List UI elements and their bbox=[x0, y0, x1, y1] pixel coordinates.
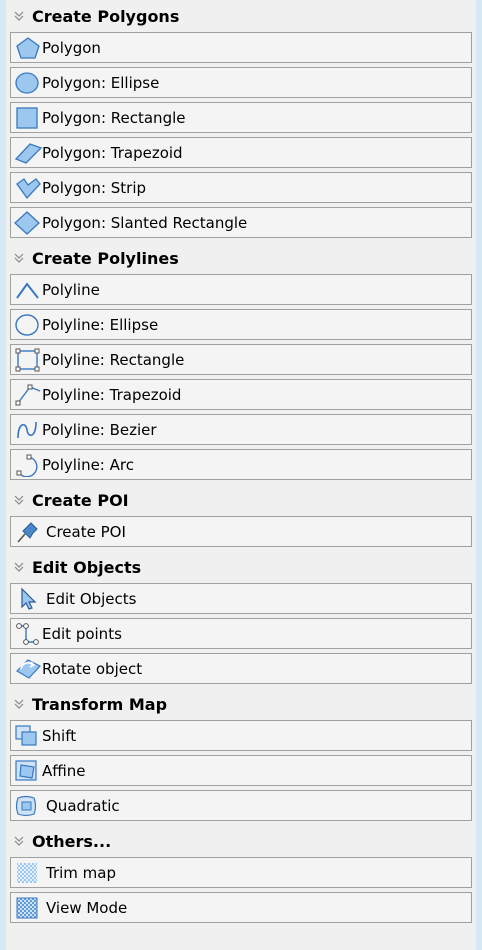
chevron-double-down-icon bbox=[14, 11, 24, 21]
strip-filled-icon bbox=[16, 177, 41, 199]
pentagon-icon bbox=[16, 36, 40, 59]
trapezoid-filled-icon bbox=[14, 142, 42, 164]
tool-label: Polyline: Bezier bbox=[42, 420, 157, 439]
rotate-icon bbox=[16, 658, 41, 679]
section-title: Transform Map bbox=[32, 694, 168, 714]
polyline-icon bbox=[16, 281, 39, 299]
tool-label: Shift bbox=[42, 726, 77, 745]
tool-edit-points[interactable]: Edit points bbox=[10, 618, 472, 649]
tool-label: Quadratic bbox=[46, 796, 120, 815]
section-create-polylines: Create Polylines Polyline Polyline: Elli… bbox=[6, 242, 476, 480]
bezier-icon bbox=[17, 421, 37, 438]
chevron-double-down-icon bbox=[14, 836, 24, 846]
chevron-double-down-icon bbox=[14, 253, 24, 263]
rectangle-filled-icon bbox=[16, 106, 38, 129]
tool-label: Polygon: Slanted Rectangle bbox=[42, 213, 248, 232]
tool-polyline-trapezoid[interactable]: Polyline: Trapezoid bbox=[10, 379, 472, 410]
affine-icon bbox=[15, 759, 37, 781]
section-create-polygons: Create Polygons Polygon Polygon: Ellipse… bbox=[6, 0, 476, 238]
tool-polygon-rectangle[interactable]: Polygon: Rectangle bbox=[10, 102, 472, 133]
tool-label: Polyline: Rectangle bbox=[42, 350, 185, 369]
edit-points-icon bbox=[16, 622, 39, 645]
tool-shift[interactable]: Shift bbox=[10, 720, 472, 751]
tool-create-poi[interactable]: Create POI bbox=[10, 516, 472, 547]
tool-polygon-trapezoid[interactable]: Polygon: Trapezoid bbox=[10, 137, 472, 168]
tool-affine[interactable]: Affine bbox=[10, 755, 472, 786]
chevron-double-down-icon bbox=[14, 699, 24, 709]
ellipse-filled-icon bbox=[15, 71, 39, 94]
tool-polyline-rectangle[interactable]: Polyline: Rectangle bbox=[10, 344, 472, 375]
section-title: Create Polygons bbox=[32, 6, 180, 26]
tool-label: Polygon: Ellipse bbox=[42, 73, 160, 92]
tool-label: Polyline: Trapezoid bbox=[42, 385, 182, 404]
section-edit-objects: Edit Objects Edit Objects Edit points Ro… bbox=[6, 551, 476, 684]
shift-icon bbox=[15, 724, 37, 746]
tool-view-mode[interactable]: View Mode bbox=[10, 892, 472, 923]
section-others: Others... Trim map View Mode bbox=[6, 825, 476, 923]
ellipse-outline-icon bbox=[15, 313, 39, 336]
tool-polygon-slanted-rectangle[interactable]: Polygon: Slanted Rectangle bbox=[10, 207, 472, 238]
tool-label: Polygon: Trapezoid bbox=[42, 143, 183, 162]
tool-trim-map[interactable]: Trim map bbox=[10, 857, 472, 888]
view-mode-icon bbox=[16, 897, 38, 918]
section-header-create-polylines[interactable]: Create Polylines bbox=[6, 242, 476, 274]
section-header-others[interactable]: Others... bbox=[6, 825, 476, 857]
tool-rotate-object[interactable]: Rotate object bbox=[10, 653, 472, 684]
tool-label: Create POI bbox=[46, 522, 126, 541]
tool-panel: Create Polygons Polygon Polygon: Ellipse… bbox=[0, 0, 482, 950]
arc-icon bbox=[16, 454, 38, 477]
section-header-edit-objects[interactable]: Edit Objects bbox=[6, 551, 476, 583]
diamond-filled-icon bbox=[14, 210, 40, 235]
tool-polygon-ellipse[interactable]: Polygon: Ellipse bbox=[10, 67, 472, 98]
tool-label: Polyline: Arc bbox=[42, 455, 134, 474]
chevron-double-down-icon bbox=[14, 562, 24, 572]
tool-quadratic[interactable]: Quadratic bbox=[10, 790, 472, 821]
tool-label: Polygon bbox=[42, 38, 101, 57]
tool-polyline-ellipse[interactable]: Polyline: Ellipse bbox=[10, 309, 472, 340]
tool-polyline-bezier[interactable]: Polyline: Bezier bbox=[10, 414, 472, 445]
quadratic-icon bbox=[15, 795, 37, 816]
section-title: Others... bbox=[32, 831, 112, 851]
tool-label: Polyline: Ellipse bbox=[42, 315, 159, 334]
section-transform-map: Transform Map Shift Affine Quadratic bbox=[6, 688, 476, 821]
section-title: Edit Objects bbox=[32, 557, 142, 577]
cursor-arrow-icon bbox=[21, 587, 37, 610]
rectangle-outline-icon bbox=[15, 348, 40, 371]
trim-map-icon bbox=[17, 862, 37, 883]
tool-label: Polygon: Rectangle bbox=[42, 108, 186, 127]
tool-polyline[interactable]: Polyline bbox=[10, 274, 472, 305]
tool-label: Polyline bbox=[42, 280, 100, 299]
tool-label: Polygon: Strip bbox=[42, 178, 147, 197]
tool-edit-objects[interactable]: Edit Objects bbox=[10, 583, 472, 614]
tool-polygon-strip[interactable]: Polygon: Strip bbox=[10, 172, 472, 203]
tool-label: Affine bbox=[42, 761, 86, 780]
tool-polygon[interactable]: Polygon bbox=[10, 32, 472, 63]
trapezoid-outline-icon bbox=[15, 384, 41, 405]
tool-label: View Mode bbox=[46, 898, 128, 917]
section-header-transform-map[interactable]: Transform Map bbox=[6, 688, 476, 720]
tool-label: Rotate object bbox=[42, 659, 143, 678]
pushpin-icon bbox=[17, 521, 38, 543]
section-create-poi: Create POI Create POI bbox=[6, 484, 476, 547]
tool-label: Edit Objects bbox=[46, 589, 137, 608]
tool-label: Trim map bbox=[46, 863, 116, 882]
tool-label: Edit points bbox=[42, 624, 122, 643]
section-title: Create POI bbox=[32, 490, 129, 510]
tool-polyline-arc[interactable]: Polyline: Arc bbox=[10, 449, 472, 480]
section-header-create-polygons[interactable]: Create Polygons bbox=[6, 0, 476, 32]
section-title: Create Polylines bbox=[32, 248, 179, 268]
chevron-double-down-icon bbox=[14, 495, 24, 505]
section-header-create-poi[interactable]: Create POI bbox=[6, 484, 476, 516]
